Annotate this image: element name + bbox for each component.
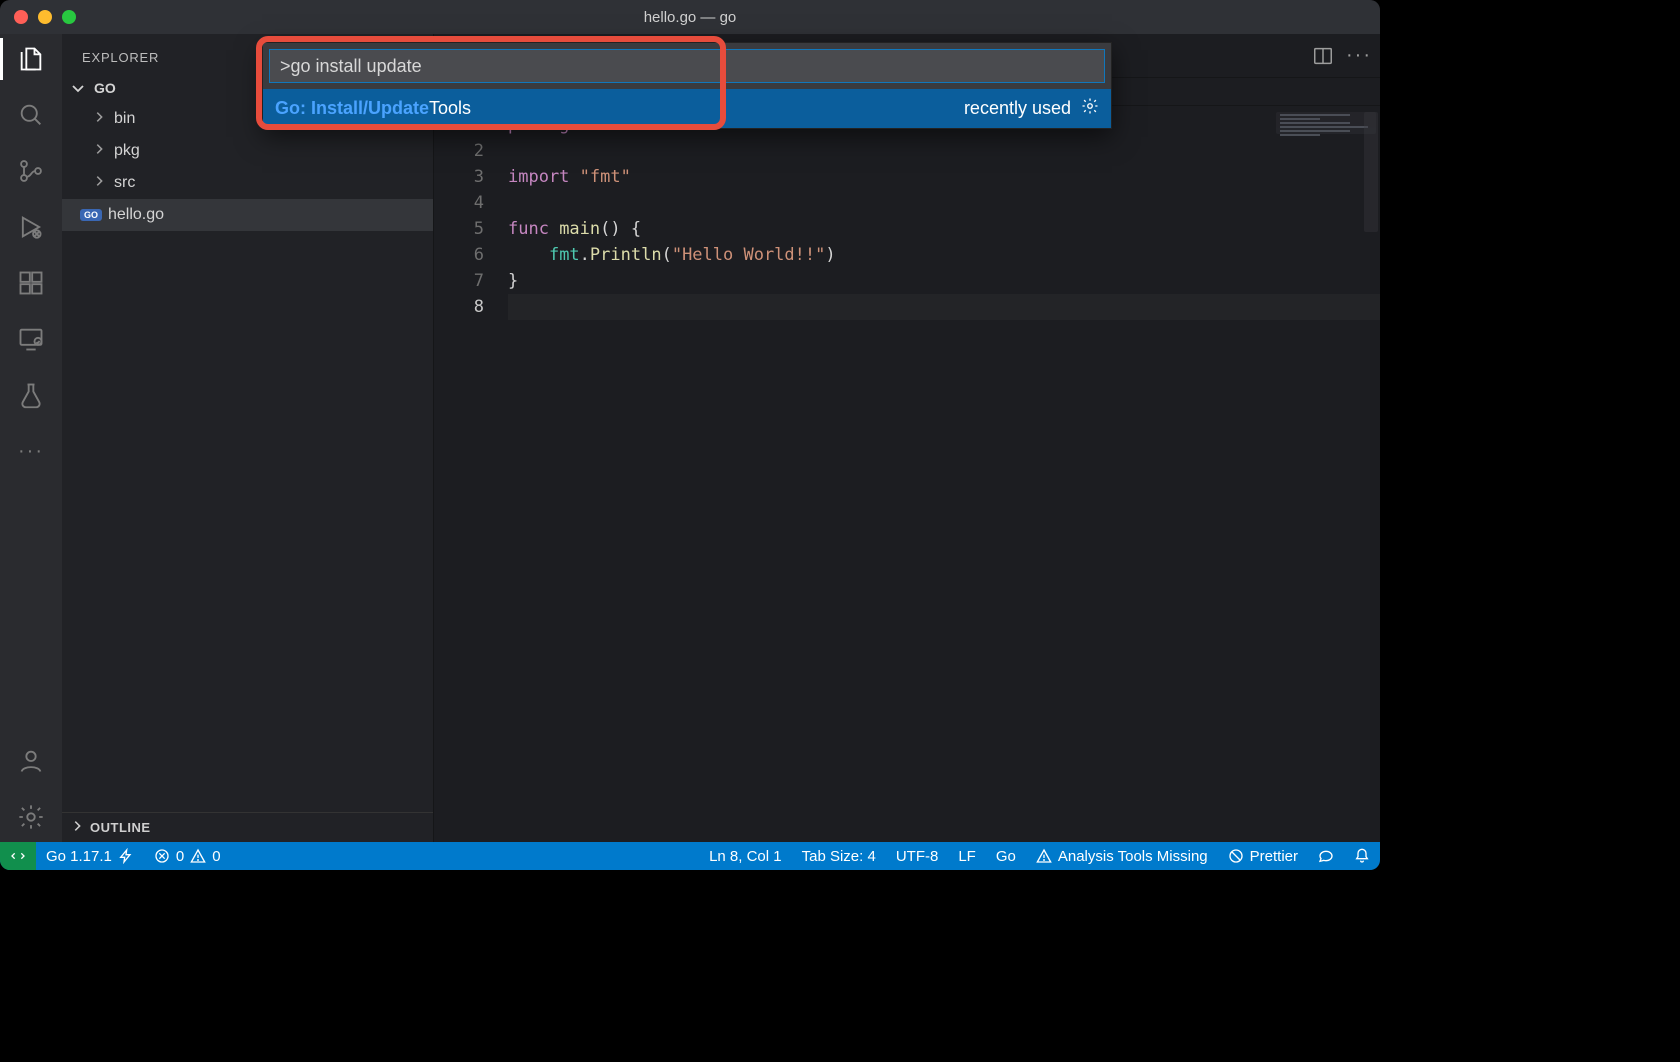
code-content[interactable]: package main import "fmt" func main() { … [508, 106, 1380, 842]
more-icon[interactable]: ··· [16, 436, 46, 466]
close-icon[interactable] [14, 10, 28, 24]
command-palette-input[interactable] [269, 49, 1105, 83]
status-bar: Go 1.17.1 0 0 Ln 8, Col 1 Tab Size: 4 UT… [0, 842, 1380, 870]
chevron-right-icon [92, 142, 108, 161]
chevron-down-icon [70, 79, 88, 97]
command-palette: Go: Install/Update Tools recently used [262, 42, 1112, 129]
folder-src[interactable]: src [62, 167, 433, 199]
file-label: hello.go [108, 206, 164, 224]
maximize-icon[interactable] [62, 10, 76, 24]
bell-icon[interactable] [1344, 842, 1380, 870]
recently-used-label: recently used [964, 98, 1071, 119]
testing-icon[interactable] [16, 380, 46, 410]
outline-label: OUTLINE [90, 820, 151, 835]
extensions-icon[interactable] [16, 268, 46, 298]
traffic-lights [14, 10, 76, 24]
gear-icon[interactable] [1081, 97, 1099, 120]
vscode-window: hello.go — go [0, 0, 1380, 870]
file-hello-go[interactable]: GO hello.go [62, 199, 433, 231]
remote-indicator[interactable] [0, 842, 36, 870]
chevron-right-icon [92, 110, 108, 129]
problems-indicator[interactable]: 0 0 [144, 842, 231, 870]
indentation[interactable]: Tab Size: 4 [792, 842, 886, 870]
code-editor[interactable]: 1 2 3 4 5 6 7 8 package main import "fmt… [434, 106, 1380, 842]
go-file-icon: GO [80, 209, 102, 221]
folder-label: src [114, 174, 135, 192]
folder-label: pkg [114, 142, 140, 160]
source-control-icon[interactable] [16, 156, 46, 186]
window-title: hello.go — go [644, 9, 737, 26]
language-mode[interactable]: Go [986, 842, 1026, 870]
root-folder-name: GO [94, 80, 116, 96]
encoding[interactable]: UTF-8 [886, 842, 949, 870]
minimize-icon[interactable] [38, 10, 52, 24]
chevron-right-icon [70, 819, 84, 836]
result-match: Go: Install/Update [275, 98, 429, 119]
minimap[interactable] [1276, 112, 1376, 134]
analysis-warning[interactable]: Analysis Tools Missing [1026, 842, 1218, 870]
split-editor-icon[interactable] [1312, 45, 1334, 67]
folder-label: bin [114, 110, 135, 128]
prettier-status[interactable]: Prettier [1218, 842, 1308, 870]
account-icon[interactable] [16, 746, 46, 776]
search-icon[interactable] [16, 100, 46, 130]
go-version[interactable]: Go 1.17.1 [36, 842, 144, 870]
outline-section[interactable]: OUTLINE [62, 812, 433, 842]
chevron-right-icon [92, 174, 108, 193]
remote-explorer-icon[interactable] [16, 324, 46, 354]
titlebar[interactable]: hello.go — go [0, 0, 1380, 34]
activity-bar: ··· [0, 34, 62, 842]
folder-pkg[interactable]: pkg [62, 135, 433, 167]
gear-icon[interactable] [16, 802, 46, 832]
line-gutter: 1 2 3 4 5 6 7 8 [434, 106, 508, 842]
more-actions-icon[interactable]: ··· [1348, 45, 1370, 67]
run-debug-icon[interactable] [16, 212, 46, 242]
cursor-position[interactable]: Ln 8, Col 1 [699, 842, 792, 870]
eol[interactable]: LF [948, 842, 986, 870]
feedback-icon[interactable] [1308, 842, 1344, 870]
explorer-sidebar: EXPLORER GO bin pkg src [62, 34, 434, 842]
explorer-icon[interactable] [16, 44, 46, 74]
result-rest: Tools [429, 98, 471, 119]
vertical-scrollbar[interactable] [1362, 106, 1380, 842]
editor-area: ··· GO hello.go ... 1 2 3 4 5 6 7 8 [434, 34, 1380, 842]
command-palette-result[interactable]: Go: Install/Update Tools recently used [263, 89, 1111, 128]
